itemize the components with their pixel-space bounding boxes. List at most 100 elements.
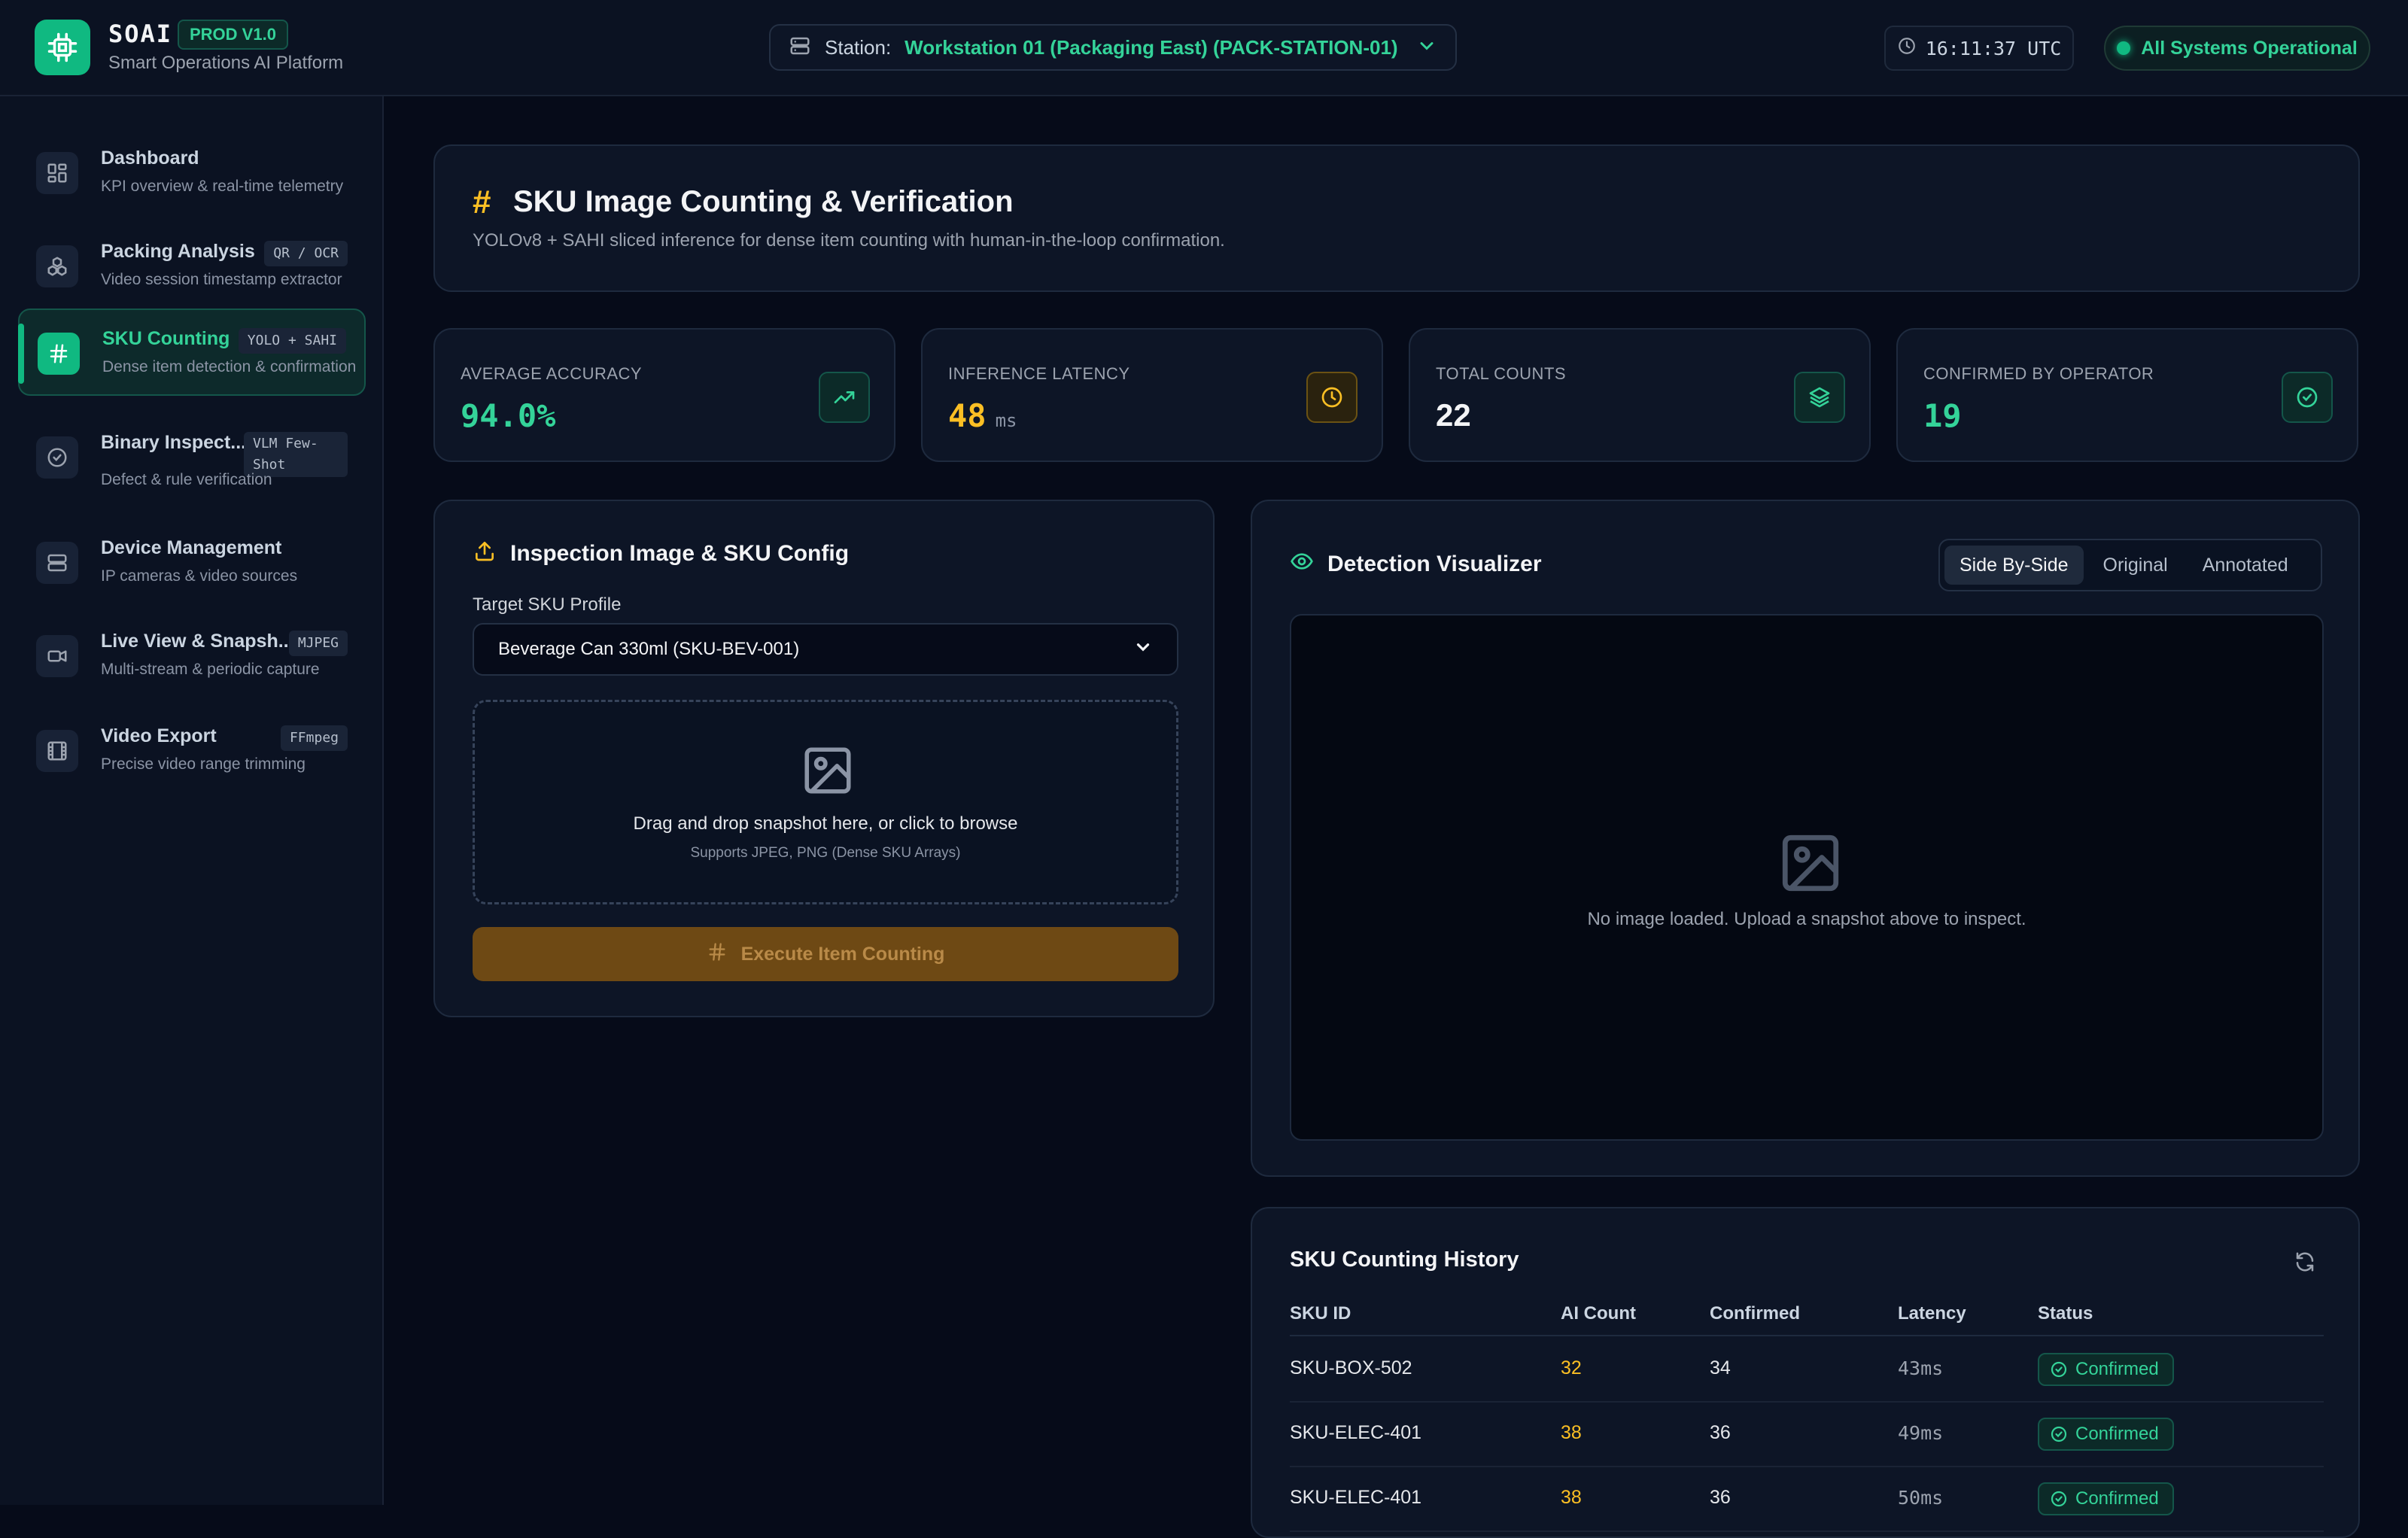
kpi-value: 48 ms bbox=[948, 397, 1017, 434]
config-panel-header: Inspection Image & SKU Config bbox=[473, 539, 849, 569]
brand-subtitle: Smart Operations AI Platform bbox=[108, 53, 344, 73]
image-preview-area: No image loaded. Upload a snapshot above… bbox=[1290, 614, 2324, 1141]
sku-id-cell: SKU-ELEC-401 bbox=[1290, 1487, 1422, 1508]
sidebar-item-title: SKU Counting bbox=[102, 328, 230, 349]
sidebar-item-binary-inspection[interactable]: Binary Inspect... VLM Few-Shot Defect & … bbox=[18, 414, 366, 501]
table-row[interactable]: SKU-ELEC-401 38 36 49ms Confirmed bbox=[1290, 1403, 2324, 1467]
clock-icon bbox=[1306, 372, 1358, 423]
status-text: Confirmed bbox=[2075, 1424, 2159, 1444]
trending-up-icon bbox=[819, 372, 870, 423]
table-row[interactable]: SKU-ELEC-401 38 36 50ms Confirmed bbox=[1290, 1467, 2324, 1532]
top-header: SOAI PROD V1.0 Smart Operations AI Platf… bbox=[0, 0, 2408, 96]
latency-cell: 49ms bbox=[1898, 1422, 1944, 1444]
version-badge: PROD V1.0 bbox=[178, 20, 288, 50]
sku-profile-value: Beverage Can 330ml (SKU-BEV-001) bbox=[498, 639, 800, 659]
layers-icon bbox=[1794, 372, 1845, 423]
column-header: Status bbox=[2038, 1303, 2093, 1324]
sidebar-item-title: Video Export bbox=[101, 725, 217, 746]
sidebar-item-device-management[interactable]: Device Management IP cameras & video sou… bbox=[18, 519, 366, 606]
kpi-value-text: 19 bbox=[1923, 397, 1962, 434]
kpi-value-text: 48 bbox=[948, 397, 987, 434]
sidebar-item-title: Binary Inspect... bbox=[101, 432, 247, 453]
detection-visualizer-panel: Detection Visualizer Side By-Side Origin… bbox=[1251, 500, 2360, 1177]
check-circle-icon bbox=[2051, 1361, 2067, 1378]
kpi-card-confirmed: CONFIRMED BY OPERATOR 19 bbox=[1896, 328, 2358, 462]
page-header-panel: # SKU Image Counting & Verification YOLO… bbox=[433, 144, 2360, 292]
hash-icon: # bbox=[473, 184, 491, 220]
sidebar-item-title: Device Management bbox=[101, 537, 282, 558]
sidebar-item-subtitle: Dense item detection & confirmation bbox=[102, 358, 357, 375]
sidebar-item-tag: VLM Few-Shot bbox=[244, 432, 348, 477]
column-header: Confirmed bbox=[1710, 1303, 1800, 1324]
station-selector[interactable]: Station: Workstation 01 (Packaging East)… bbox=[769, 24, 1457, 71]
ai-count-cell: 38 bbox=[1561, 1487, 1582, 1508]
sidebar-item-title: Packing Analysis bbox=[101, 241, 255, 262]
server-icon bbox=[789, 35, 811, 61]
kpi-label: TOTAL COUNTS bbox=[1436, 364, 1567, 383]
image-icon bbox=[1777, 829, 1844, 901]
sidebar-item-subtitle: KPI overview & real-time telemetry bbox=[101, 178, 344, 195]
refresh-icon[interactable] bbox=[2294, 1251, 2316, 1277]
view-mode-side-by-side[interactable]: Side By-Side bbox=[1944, 546, 2084, 585]
sidebar-item-tag: FFmpeg bbox=[280, 725, 348, 751]
hash-icon bbox=[38, 333, 80, 375]
sku-profile-select[interactable]: Beverage Can 330ml (SKU-BEV-001) bbox=[473, 623, 1178, 676]
dropzone-hint: Supports JPEG, PNG (Dense SKU Arrays) bbox=[690, 845, 961, 861]
status-dot-icon bbox=[2117, 41, 2131, 55]
grid-icon bbox=[36, 152, 78, 194]
boxes-icon bbox=[36, 245, 78, 287]
confirmed-cell: 36 bbox=[1710, 1422, 1731, 1443]
counting-history-panel: SKU Counting History SKU ID AI Count Con… bbox=[1251, 1207, 2360, 1538]
status-text: Confirmed bbox=[2075, 1359, 2159, 1379]
empty-state-text: No image loaded. Upload a snapshot above… bbox=[1587, 909, 2026, 929]
station-value: Workstation 01 (Packaging East) (PACK-ST… bbox=[905, 35, 1398, 59]
kpi-value-text: 94.0% bbox=[461, 397, 556, 434]
kpi-card-latency: INFERENCE LATENCY 48 ms bbox=[921, 328, 1383, 462]
latency-cell: 43ms bbox=[1898, 1357, 1944, 1379]
kpi-label: AVERAGE ACCURACY bbox=[461, 364, 643, 383]
inspection-config-panel: Inspection Image & SKU Config Target SKU… bbox=[433, 500, 1215, 1017]
sidebar-item-dashboard[interactable]: Dashboard KPI overview & real-time telem… bbox=[18, 129, 366, 217]
status-text: Confirmed bbox=[2075, 1488, 2159, 1509]
sidebar-item-video-export[interactable]: Video Export FFmpeg Precise video range … bbox=[18, 707, 366, 795]
sku-id-cell: SKU-BOX-502 bbox=[1290, 1357, 1412, 1378]
page-subtitle: YOLOv8 + SAHI sliced inference for dense… bbox=[473, 230, 1225, 251]
sidebar-item-subtitle: Video session timestamp extractor bbox=[101, 271, 342, 288]
sidebar: Dashboard KPI overview & real-time telem… bbox=[0, 96, 384, 1505]
system-status-text: All Systems Operational bbox=[2141, 37, 2358, 59]
image-icon bbox=[800, 743, 856, 802]
column-header: SKU ID bbox=[1290, 1303, 1351, 1324]
execute-counting-button[interactable]: Execute Item Counting bbox=[473, 927, 1178, 981]
confirmed-cell: 34 bbox=[1710, 1357, 1731, 1378]
status-badge: Confirmed bbox=[2038, 1353, 2174, 1386]
kpi-card-total-counts: TOTAL COUNTS 22 bbox=[1409, 328, 1871, 462]
server-icon bbox=[36, 542, 78, 584]
kpi-value: 19 bbox=[1923, 397, 1962, 434]
sku-id-cell: SKU-ELEC-401 bbox=[1290, 1422, 1422, 1443]
sidebar-item-packing-analysis[interactable]: Packing Analysis QR / OCR Video session … bbox=[18, 223, 366, 310]
sidebar-item-title: Dashboard bbox=[101, 147, 199, 169]
sidebar-item-subtitle: Defect & rule verification bbox=[101, 471, 272, 488]
ai-count-cell: 32 bbox=[1561, 1357, 1582, 1378]
kpi-value: 22 bbox=[1436, 397, 1471, 433]
chevron-down-icon bbox=[1416, 35, 1437, 60]
table-row[interactable]: SKU-BOX-502 32 34 43ms Confirmed bbox=[1290, 1338, 2324, 1403]
view-mode-annotated[interactable]: Annotated bbox=[2188, 546, 2303, 585]
sidebar-item-sku-counting[interactable]: SKU Counting YOLO + SAHI Dense item dete… bbox=[18, 309, 366, 396]
sidebar-item-subtitle: IP cameras & video sources bbox=[101, 567, 298, 585]
brand-name: SOAI bbox=[108, 20, 173, 48]
image-dropzone[interactable]: Drag and drop snapshot here, or click to… bbox=[473, 700, 1178, 904]
hash-icon bbox=[707, 941, 728, 968]
view-mode-original[interactable]: Original bbox=[2088, 546, 2183, 585]
column-header: Latency bbox=[1898, 1303, 1966, 1324]
sidebar-item-live-view[interactable]: Live View & Snapsh... MJPEG Multi-stream… bbox=[18, 612, 366, 700]
check-circle-icon bbox=[2282, 372, 2333, 423]
execute-button-label: Execute Item Counting bbox=[740, 943, 945, 965]
system-status-badge: All Systems Operational bbox=[2104, 26, 2370, 71]
confirmed-cell: 36 bbox=[1710, 1487, 1731, 1508]
sidebar-item-tag: YOLO + SAHI bbox=[238, 328, 346, 354]
check-circle-icon bbox=[2051, 1426, 2067, 1442]
kpi-label: CONFIRMED BY OPERATOR bbox=[1923, 364, 2154, 383]
dropzone-text: Drag and drop snapshot here, or click to… bbox=[633, 813, 1018, 834]
upload-icon bbox=[473, 539, 497, 569]
